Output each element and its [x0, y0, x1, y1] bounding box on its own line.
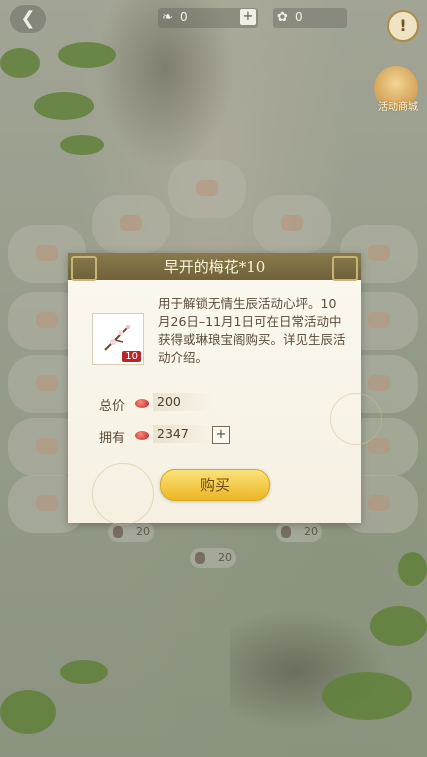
plum-currency: ❧ 0 + — [158, 8, 258, 28]
back-arrow-icon[interactable]: ❮ — [10, 5, 46, 33]
gem-icon — [135, 399, 149, 408]
item-description: 用于解锁无情生辰活动心坪。10月26日–11月1日可在日常活动中获得或琳琅宝阁购… — [158, 296, 346, 365]
top-bar: ❮ ❧ 0 + ✿ 0 ! — [0, 0, 427, 42]
owned-label: 拥有 — [99, 431, 126, 446]
dialog-title: 早开的梅花*10 — [163, 258, 266, 276]
gem-icon — [135, 431, 149, 440]
purchase-dialog: 早开的梅花*10 10 用于解锁无情生辰活动心坪。10月26日–11月1日可在日… — [68, 253, 382, 525]
total-price: 200 — [153, 393, 213, 411]
flower-currency: ✿ 0 — [273, 8, 347, 28]
shop-label[interactable]: 活动商城 — [370, 98, 426, 113]
decor-pattern — [330, 393, 382, 445]
info-icon[interactable]: ! — [387, 10, 419, 42]
item-thumbnail: 10 — [92, 313, 144, 365]
total-label: 总价 — [99, 399, 126, 414]
owned-amount: 2347 — [153, 425, 213, 443]
add-gems-button[interactable]: + — [212, 426, 230, 444]
plum-branch-icon: ❧ — [162, 10, 173, 25]
buy-button[interactable]: 购买 — [160, 469, 270, 501]
decor-pattern — [92, 463, 154, 525]
flower-token-icon: ✿ — [277, 10, 288, 25]
quantity-badge: 10 — [122, 351, 141, 362]
add-plum-button[interactable]: + — [240, 9, 256, 25]
plum-branch-icon — [104, 325, 130, 351]
